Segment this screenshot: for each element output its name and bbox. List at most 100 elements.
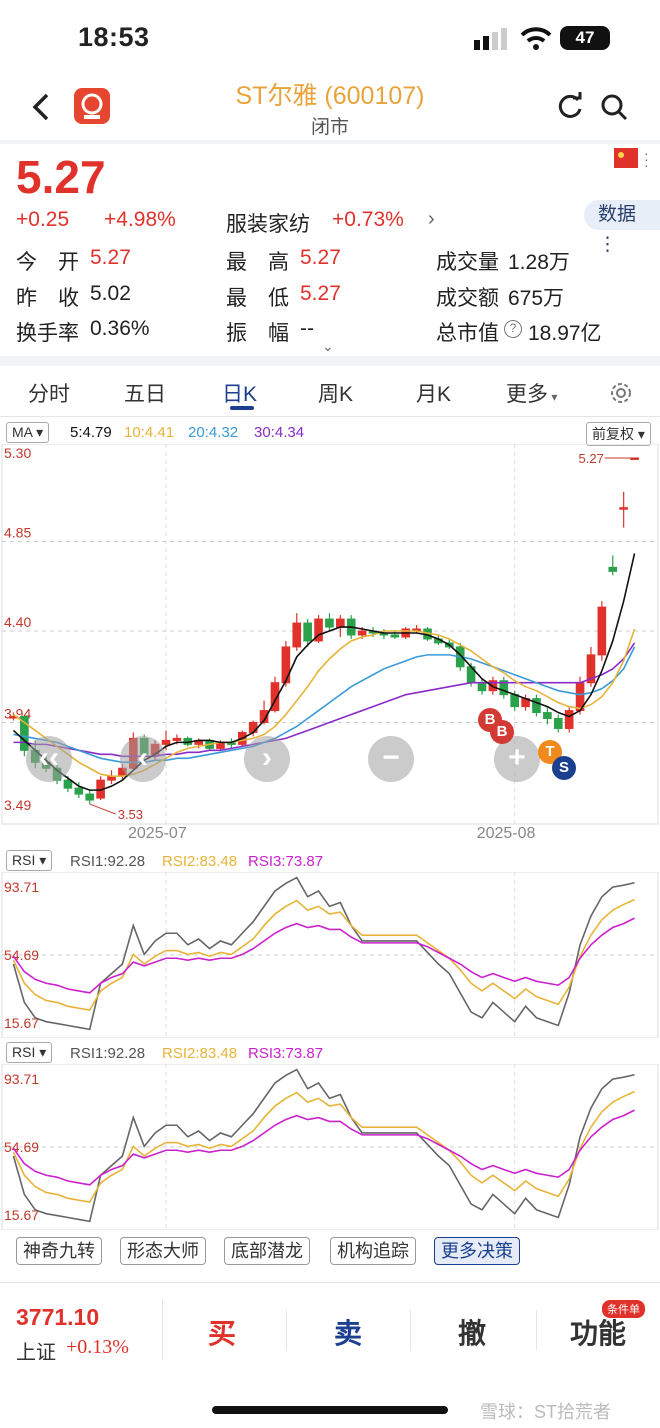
current-price: 5.27 bbox=[16, 151, 106, 203]
tab-more[interactable]: 更多 ▾ bbox=[506, 378, 557, 408]
feature-button[interactable]: 底部潜龙 bbox=[224, 1237, 310, 1265]
rsi1-line bbox=[12, 876, 635, 1031]
buy-marker[interactable]: B bbox=[490, 720, 514, 744]
candle-body bbox=[292, 622, 302, 648]
turnover-value: 0.36% bbox=[90, 317, 150, 340]
index-name: 上证 bbox=[16, 1342, 56, 1364]
ma-select[interactable]: MA ▾ bbox=[6, 422, 50, 443]
rsi3-value: RSI3:73.87 bbox=[248, 853, 324, 870]
home-indicator bbox=[212, 1406, 448, 1414]
divider bbox=[0, 356, 660, 366]
x-tick-label: 2025-08 bbox=[477, 825, 536, 842]
feature-button[interactable]: 神奇九转 bbox=[16, 1237, 102, 1265]
rsi2-value: RSI2:83.48 bbox=[162, 1045, 238, 1062]
separator bbox=[162, 1300, 163, 1360]
function-button[interactable]: 功能 bbox=[570, 1312, 626, 1352]
status-time: 18:53 bbox=[78, 22, 150, 52]
adjust-select[interactable]: 前复权 ▾ bbox=[586, 422, 651, 446]
open-value: 5.27 bbox=[90, 246, 131, 269]
ma30-line bbox=[13, 642, 636, 758]
tab-intraday[interactable]: 分时 bbox=[28, 378, 70, 408]
tab-underline bbox=[230, 406, 254, 410]
candle-body bbox=[74, 787, 84, 795]
open-label: 今 开 bbox=[16, 251, 79, 274]
low-value: 5.27 bbox=[300, 282, 341, 305]
next-button[interactable]: › bbox=[244, 736, 290, 782]
rsi3-value: RSI3:73.87 bbox=[248, 1045, 324, 1062]
candle-body bbox=[248, 721, 258, 733]
candle-body bbox=[281, 646, 291, 684]
rsi-chart[interactable]: 93.7154.6915.67 bbox=[0, 872, 660, 1038]
buy-button[interactable]: 买 bbox=[208, 1312, 236, 1352]
tab-daily-k[interactable]: 日K bbox=[222, 378, 257, 408]
tab-five-day[interactable]: 五日 bbox=[124, 378, 166, 408]
candle-body bbox=[161, 739, 171, 745]
search-icon[interactable] bbox=[600, 93, 628, 126]
candle-body bbox=[303, 622, 312, 642]
amplitude-value: -- bbox=[300, 317, 314, 340]
turnover-label: 换手率 bbox=[16, 322, 79, 345]
rsi-select[interactable]: RSI ▾ bbox=[6, 850, 53, 871]
help-icon[interactable]: ? bbox=[504, 320, 522, 338]
candle-body bbox=[63, 779, 73, 789]
y-tick-label: 4.85 bbox=[4, 525, 31, 541]
index-pct: +0.13% bbox=[66, 1336, 129, 1358]
sector-pct[interactable]: +0.73% bbox=[332, 208, 404, 232]
candle-body bbox=[172, 737, 182, 741]
rsi-select[interactable]: RSI ▾ bbox=[6, 1042, 53, 1063]
separator bbox=[536, 1310, 537, 1350]
feature-button[interactable]: 机构追踪 bbox=[330, 1237, 416, 1265]
candle-body bbox=[336, 618, 345, 628]
conditional-order-badge[interactable]: 条件单 bbox=[602, 1300, 645, 1318]
chevron-right-icon[interactable]: › bbox=[428, 208, 435, 231]
prev-button[interactable]: ‹ bbox=[120, 736, 166, 782]
refresh-icon[interactable] bbox=[556, 92, 584, 125]
amplitude-label: 振 幅 bbox=[226, 322, 289, 345]
data-button[interactable]: 数据 ⋮ bbox=[584, 200, 660, 255]
sell-marker[interactable]: S bbox=[552, 756, 576, 780]
battery-indicator: 47 bbox=[560, 26, 610, 50]
index-value[interactable]: 3771.10 bbox=[16, 1304, 99, 1331]
min-marker bbox=[89, 803, 116, 815]
candle-body bbox=[597, 606, 607, 656]
divider bbox=[0, 140, 660, 144]
more-icon[interactable]: · · · bbox=[644, 146, 649, 172]
candle-body bbox=[85, 793, 95, 801]
rsi-y-tick-label: 93.71 bbox=[4, 879, 39, 895]
amount-value: 675万 bbox=[508, 287, 565, 310]
zoom-out-button[interactable]: − bbox=[368, 736, 414, 782]
min-label: 3.53 bbox=[118, 807, 143, 822]
prev-close-value: 5.02 bbox=[90, 282, 131, 305]
rsi-y-tick-label: 54.69 bbox=[4, 947, 39, 963]
signal-icon bbox=[474, 28, 510, 55]
candle-body bbox=[357, 630, 367, 636]
rsi1-line bbox=[12, 1068, 635, 1223]
rsi-chart[interactable]: 93.7154.6915.67 bbox=[0, 1064, 660, 1230]
more-decisions-button[interactable]: 更多决策 bbox=[434, 1237, 520, 1265]
sell-button[interactable]: 卖 bbox=[334, 1312, 362, 1352]
watermark: 雪球：ST拾荒者 bbox=[480, 1402, 612, 1422]
candle-body bbox=[543, 712, 552, 720]
price-change-pct: +4.98% bbox=[104, 208, 176, 231]
kline-chart[interactable]: 5.304.854.403.943.492025-07 2025-085.273.… bbox=[0, 444, 660, 844]
settings-gear-icon[interactable] bbox=[608, 380, 634, 411]
mcap-value: 18.97亿 bbox=[528, 322, 602, 345]
separator bbox=[410, 1310, 411, 1350]
sector-name[interactable]: 服装家纺 bbox=[226, 208, 310, 238]
price-change: +0.25 bbox=[16, 208, 70, 231]
rsi2-value: RSI2:83.48 bbox=[162, 853, 238, 870]
volume-label: 成交量 bbox=[436, 251, 499, 274]
candle-body bbox=[619, 507, 628, 510]
feature-button[interactable]: 形态大师 bbox=[120, 1237, 206, 1265]
expand-chevron-icon[interactable]: ⌄ bbox=[322, 338, 334, 355]
low-label: 最 低 bbox=[226, 287, 289, 310]
ma10-value: 10:4.41 bbox=[124, 424, 175, 441]
ma20-value: 20:4.32 bbox=[188, 424, 239, 441]
tab-weekly-k[interactable]: 周K bbox=[318, 378, 353, 408]
ma5-value: 5:4.79 bbox=[70, 424, 112, 441]
scroll-left-button[interactable]: ‹‹ bbox=[26, 736, 72, 782]
cancel-order-button[interactable]: 撤 bbox=[458, 1312, 486, 1352]
y-tick-label: 4.40 bbox=[4, 614, 31, 630]
candle-body bbox=[564, 710, 574, 729]
tab-monthly-k[interactable]: 月K bbox=[416, 378, 451, 408]
